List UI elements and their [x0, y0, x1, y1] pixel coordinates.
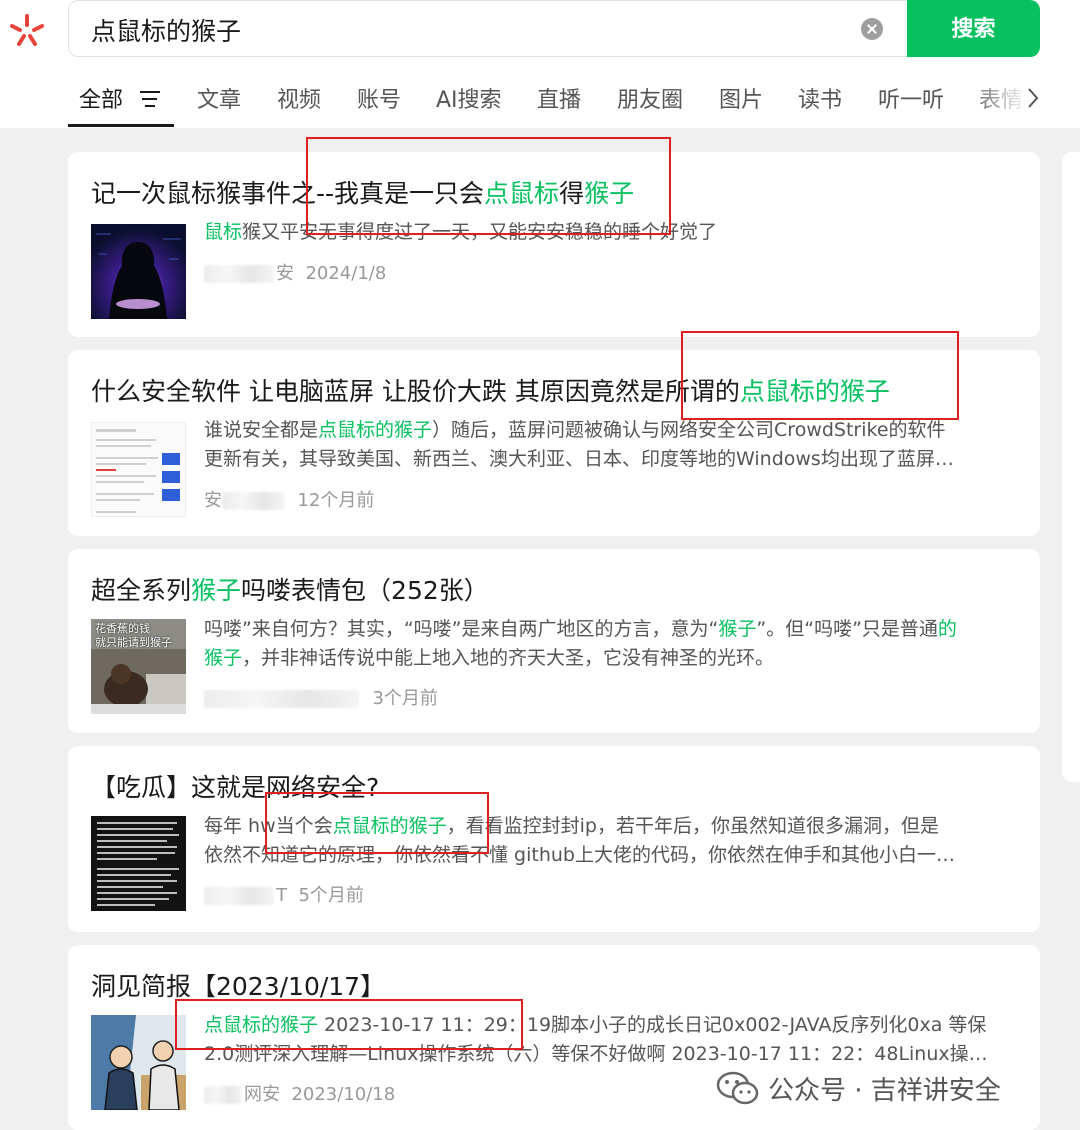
result-title[interactable]: 超全系列猴子吗喽表情包（252张） — [91, 571, 489, 607]
result-meta: 安 2024/1/8 — [204, 259, 386, 285]
blurred-source — [204, 1086, 242, 1104]
tab-ai-search[interactable]: AI搜索 — [436, 82, 502, 114]
chevron-right-icon[interactable] — [1026, 86, 1040, 110]
result-card[interactable]: 超全系列猴子吗喽表情包（252张） 花香蕉的钱 就只能请到猴子 吗喽”来自何方？… — [68, 549, 1040, 733]
result-meta: 安 12个月前 — [204, 486, 374, 512]
tab-fade — [968, 78, 1028, 118]
result-snippet: 每年 hw当个会点鼠标的猴子，看看监控封封ip，若干年后，你虽然知道很多漏洞，但… — [204, 815, 955, 866]
blurred-source — [204, 887, 274, 905]
tab-accounts[interactable]: 账号 — [357, 82, 401, 114]
search-logo-icon — [10, 14, 44, 46]
tab-listen[interactable]: 听一听 — [878, 82, 944, 114]
tab-images[interactable]: 图片 — [719, 82, 763, 114]
result-title[interactable]: 洞见简报【2023/10/17】 — [91, 967, 385, 1003]
publish-time: 2023/10/18 — [291, 1084, 396, 1105]
result-title[interactable]: 记一次鼠标猴事件之--我真是一只会点鼠标得猴子 — [91, 174, 634, 210]
result-meta: 3个月前 — [204, 684, 438, 710]
result-thumbnail[interactable]: 花香蕉的钱 就只能请到猴子 — [91, 619, 186, 714]
result-thumbnail[interactable] — [91, 816, 186, 911]
result-snippet: 点鼠标的猴子 2023-10-17 11：29：19脚本小子的成长日记0x002… — [204, 1014, 988, 1065]
result-snippet: 谁说安全都是点鼠标的猴子）随后，蓝屏问题被确认与网络安全公司CrowdStrik… — [204, 419, 954, 470]
source-name[interactable]: 网安 — [244, 1084, 280, 1105]
tab-all[interactable]: 全部 — [79, 82, 123, 114]
source-name[interactable]: T — [276, 885, 287, 906]
filter-icon[interactable] — [140, 91, 160, 107]
search-button[interactable]: 搜索 — [907, 0, 1040, 57]
tab-videos[interactable]: 视频 — [277, 82, 321, 114]
top-bar: 点鼠标的猴子 搜索 全部 文章 视频 账号 AI搜索 直播 朋友圈 图片 读书 … — [0, 0, 1080, 128]
result-title[interactable]: 什么安全软件 让电脑蓝屏 让股价大跌 其原因竟然是所谓的点鼠标的猴子 — [91, 372, 890, 408]
result-meta: T 5个月前 — [204, 881, 364, 907]
blurred-source — [204, 690, 359, 708]
publish-time: 5个月前 — [298, 885, 364, 906]
publish-time: 3个月前 — [372, 688, 438, 709]
tab-live[interactable]: 直播 — [537, 82, 581, 114]
source-name[interactable]: 安 — [276, 263, 294, 284]
search-input[interactable]: 点鼠标的猴子 — [91, 12, 241, 48]
thumbnail-caption: 花香蕉的钱 就只能请到猴子 — [95, 622, 172, 649]
result-card[interactable]: 什么安全软件 让电脑蓝屏 让股价大跌 其原因竟然是所谓的点鼠标的猴子 谁说安全都… — [68, 350, 1040, 536]
result-snippet: 鼠标猴又平安无事得度过了一天，又能安安稳稳的睡个好觉了 — [204, 221, 718, 243]
blurred-source — [204, 265, 274, 283]
tab-moments[interactable]: 朋友圈 — [617, 82, 683, 114]
tab-books[interactable]: 读书 — [798, 82, 842, 114]
publish-time: 2024/1/8 — [305, 263, 387, 284]
clear-icon[interactable] — [861, 18, 883, 40]
wechat-icon — [716, 1071, 759, 1105]
tab-articles[interactable]: 文章 — [197, 82, 241, 114]
source-name[interactable]: 安 — [204, 490, 222, 511]
search-box[interactable]: 点鼠标的猴子 — [68, 0, 910, 57]
category-tabs: 全部 文章 视频 账号 AI搜索 直播 朋友圈 图片 读书 听一听 表情 — [68, 78, 1068, 128]
result-meta: 网安 2023/10/18 — [204, 1080, 395, 1106]
result-snippet: 吗喽”来自何方？其实，“吗喽”是来自两广地区的方言，意为“猴子”。但“吗喽”只是… — [204, 618, 957, 669]
result-title[interactable]: 【吃瓜】这就是网络安全? — [91, 768, 379, 804]
result-card[interactable]: 【吃瓜】这就是网络安全? 每年 hw当个会点鼠标的猴子，看看监控封封ip，若干年… — [68, 746, 1040, 932]
result-thumbnail[interactable] — [91, 422, 186, 517]
result-thumbnail[interactable] — [91, 1015, 186, 1110]
blurred-source — [222, 492, 284, 510]
watermark-text: 公众号 · 吉祥讲安全 — [768, 1076, 1001, 1106]
side-panel-edge — [1062, 152, 1080, 782]
result-card[interactable]: 记一次鼠标猴事件之--我真是一只会点鼠标得猴子 鼠标猴又平安无事得度过了一天，又… — [68, 152, 1040, 337]
result-thumbnail[interactable] — [91, 224, 186, 319]
publish-time: 12个月前 — [297, 490, 375, 511]
active-tab-indicator — [68, 124, 174, 127]
